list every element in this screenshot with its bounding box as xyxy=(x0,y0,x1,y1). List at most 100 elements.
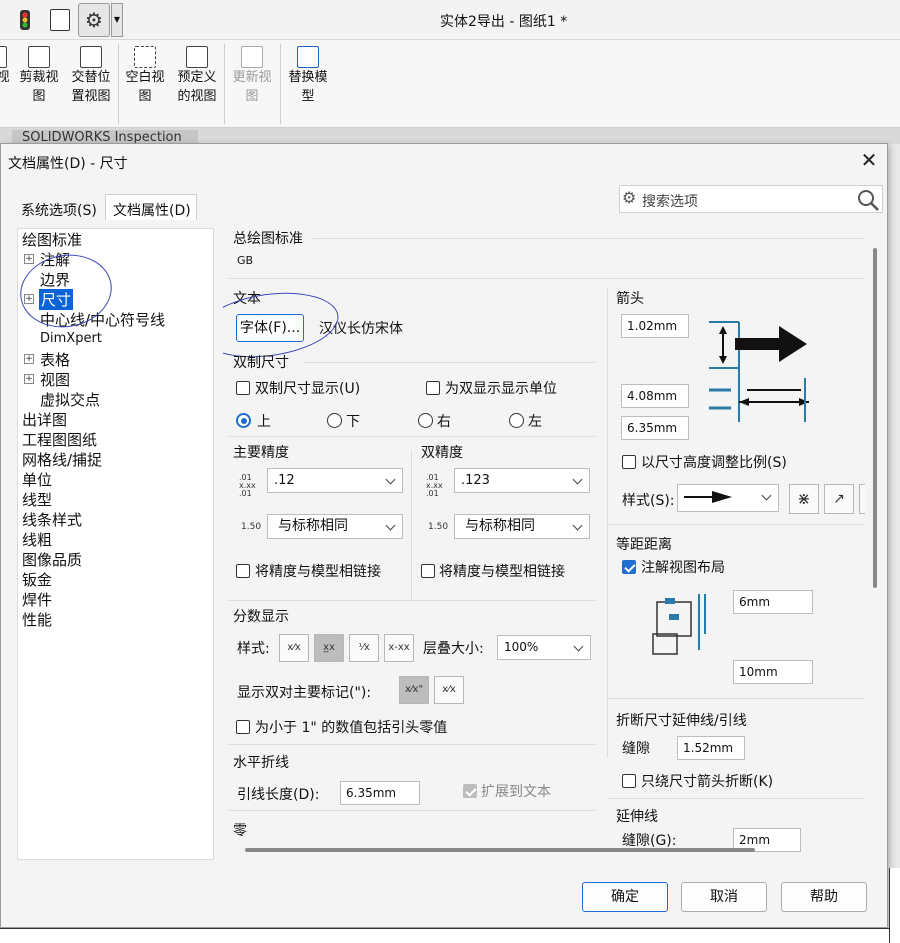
close-icon[interactable]: ✕ xyxy=(859,150,879,170)
traffic-light-icon[interactable] xyxy=(14,8,36,32)
annotate-view-checkbox[interactable] xyxy=(622,560,636,574)
dual-link-checkbox[interactable] xyxy=(421,564,435,578)
dual-units-checkbox[interactable] xyxy=(426,381,440,395)
ribbon-item-update-view[interactable]: 更新视 图 xyxy=(228,46,276,106)
help-button[interactable]: 帮助 xyxy=(781,882,867,912)
update-view-icon xyxy=(241,46,263,68)
dual-units-label: 为双显示显示单位 xyxy=(445,381,557,397)
dual-tolerance-select[interactable]: 与标称相同 xyxy=(454,514,590,539)
arrow-inside-button[interactable]: ⋇ xyxy=(789,484,819,514)
dual-mark-style-1[interactable]: x⁄x" xyxy=(399,676,429,704)
settings-area: 总绘图标准 GB 文本 字体(F)... 汉仪长仿宋体 双制尺寸 双制尺寸显示(… xyxy=(223,228,883,860)
search-icon[interactable] xyxy=(857,189,881,211)
ribbon-item-replace-model[interactable]: 替换模 型 xyxy=(284,46,332,106)
tree-item[interactable]: 线型 xyxy=(22,489,52,510)
horizontal-scrollbar[interactable] xyxy=(245,848,755,852)
expand-icon[interactable]: + xyxy=(24,374,34,384)
ribbon-item-predefined-view[interactable]: 预定义 的视图 xyxy=(172,46,222,106)
ok-button[interactable]: 确定 xyxy=(582,882,668,912)
fraction-style-1[interactable]: x⁄x xyxy=(279,634,309,662)
radio-left[interactable] xyxy=(509,413,524,428)
tree-item[interactable]: 单位 xyxy=(22,469,52,490)
tolerance-icon: 1.50 xyxy=(241,522,262,532)
radio-top-label: 上 xyxy=(257,414,271,430)
dual-mark-label: 显示双对主要标记("): xyxy=(237,685,372,701)
tree-item[interactable]: 性能 xyxy=(22,609,52,630)
primary-tolerance-select[interactable]: 与标称相同 xyxy=(267,514,403,539)
section-header: 延伸线 xyxy=(616,809,658,825)
tree-item[interactable]: 虚拟交点 xyxy=(40,389,100,410)
list-icon[interactable] xyxy=(50,9,70,31)
primary-link-label: 将精度与模型相链接 xyxy=(255,564,381,580)
section-header: 双精度 xyxy=(421,445,463,461)
ribbon-item-view[interactable]: 视 xyxy=(0,46,12,87)
radio-top[interactable] xyxy=(236,413,251,428)
gear-icon: ⚙ xyxy=(622,188,637,207)
section-header: 等距距离 xyxy=(616,537,672,553)
arrow-style-select[interactable] xyxy=(677,484,779,512)
predefined-view-icon xyxy=(186,46,208,68)
offset-diagram-icon xyxy=(652,594,706,655)
search-box[interactable]: ⚙ 搜索选项 xyxy=(619,185,883,213)
tab-document-properties[interactable]: 文档属性(D) xyxy=(105,194,197,220)
tree-item[interactable]: 线粗 xyxy=(22,529,52,550)
offset-1-input[interactable]: 6mm xyxy=(733,590,813,614)
tree-item[interactable]: 钣金 xyxy=(22,569,52,590)
ribbon-item-empty-view[interactable]: 空白视 图 xyxy=(121,46,169,106)
fraction-style-4[interactable]: x-xx xyxy=(384,634,414,662)
radio-right-label: 右 xyxy=(437,414,451,430)
scale-checkbox[interactable] xyxy=(622,455,636,469)
options-gear-icon[interactable]: ⚙ xyxy=(78,3,110,37)
standard-value: GB xyxy=(237,254,254,267)
radio-bottom[interactable] xyxy=(327,413,342,428)
section-header: 零 xyxy=(233,823,247,839)
dual-mark-style-2[interactable]: x⁄x xyxy=(434,676,464,704)
tree-item[interactable]: 焊件 xyxy=(22,589,52,610)
dual-precision-select[interactable]: .123 xyxy=(454,468,590,493)
primary-precision-select[interactable]: .12 xyxy=(267,468,403,493)
tree-item[interactable]: 图像品质 xyxy=(22,549,82,570)
tree-item[interactable]: 线条样式 xyxy=(22,509,82,530)
alternate-position-icon xyxy=(80,46,102,68)
expand-icon[interactable]: + xyxy=(24,254,34,264)
dual-display-label: 双制尺寸显示(U) xyxy=(255,381,361,397)
fraction-style-2[interactable]: x̲x xyxy=(314,634,344,662)
drawing-sheet-edge xyxy=(889,868,900,943)
tree-item[interactable]: 工程图图纸 xyxy=(22,429,97,450)
only-arrow-checkbox[interactable] xyxy=(622,774,636,788)
tree-item[interactable]: 网格线/捕捉 xyxy=(22,449,102,470)
arrow-style-label: 样式(S): xyxy=(622,493,675,509)
cancel-button[interactable]: 取消 xyxy=(681,882,767,912)
extension-gap-label: 缝隙(G): xyxy=(622,833,677,849)
arrow-size-1-input[interactable]: 1.02mm xyxy=(621,314,689,338)
tree-item[interactable]: 视图 xyxy=(40,369,70,390)
leader-length-input[interactable]: 6.35mm xyxy=(340,781,420,805)
replace-model-icon xyxy=(297,46,319,68)
vertical-scrollbar[interactable] xyxy=(873,248,877,588)
ribbon-item-crop-view[interactable]: 剪裁视 图 xyxy=(15,46,63,106)
expand-icon[interactable]: + xyxy=(24,354,34,364)
tab-system-options[interactable]: 系统选项(S) xyxy=(21,200,97,220)
break-gap-input[interactable]: 1.52mm xyxy=(677,736,745,760)
arrow-diagram-icon xyxy=(709,321,809,422)
primary-link-checkbox[interactable] xyxy=(236,564,250,578)
tree-item[interactable]: 绘图标准 xyxy=(22,229,82,250)
tree-item[interactable]: 出详图 xyxy=(22,409,67,430)
fraction-style-3[interactable]: ⅟x xyxy=(349,634,379,662)
radio-right[interactable] xyxy=(418,413,433,428)
tab-solidworks-inspection[interactable]: SOLIDWORKS Inspection xyxy=(12,130,198,144)
search-input[interactable]: 搜索选项 xyxy=(642,191,698,211)
radio-left-label: 左 xyxy=(528,414,542,430)
ribbon-item-alternate-view[interactable]: 交替位 置视图 xyxy=(66,46,116,106)
arrow-size-3-input[interactable]: 6.35mm xyxy=(621,416,689,440)
dual-display-checkbox[interactable] xyxy=(236,381,250,395)
arrow-size-2-input[interactable]: 4.08mm xyxy=(621,384,689,408)
offset-2-input[interactable]: 10mm xyxy=(733,660,813,684)
stack-size-select[interactable]: 100% xyxy=(497,635,591,660)
arrow-smart-button[interactable]: ↗ xyxy=(824,484,854,514)
tree-item[interactable]: 表格 xyxy=(40,349,70,370)
extend-to-text-checkbox[interactable] xyxy=(463,784,477,798)
leading-zero-checkbox[interactable] xyxy=(236,720,250,734)
tree-item[interactable]: DimXpert xyxy=(40,331,102,346)
chevron-down-icon[interactable]: ▼ xyxy=(111,3,123,37)
